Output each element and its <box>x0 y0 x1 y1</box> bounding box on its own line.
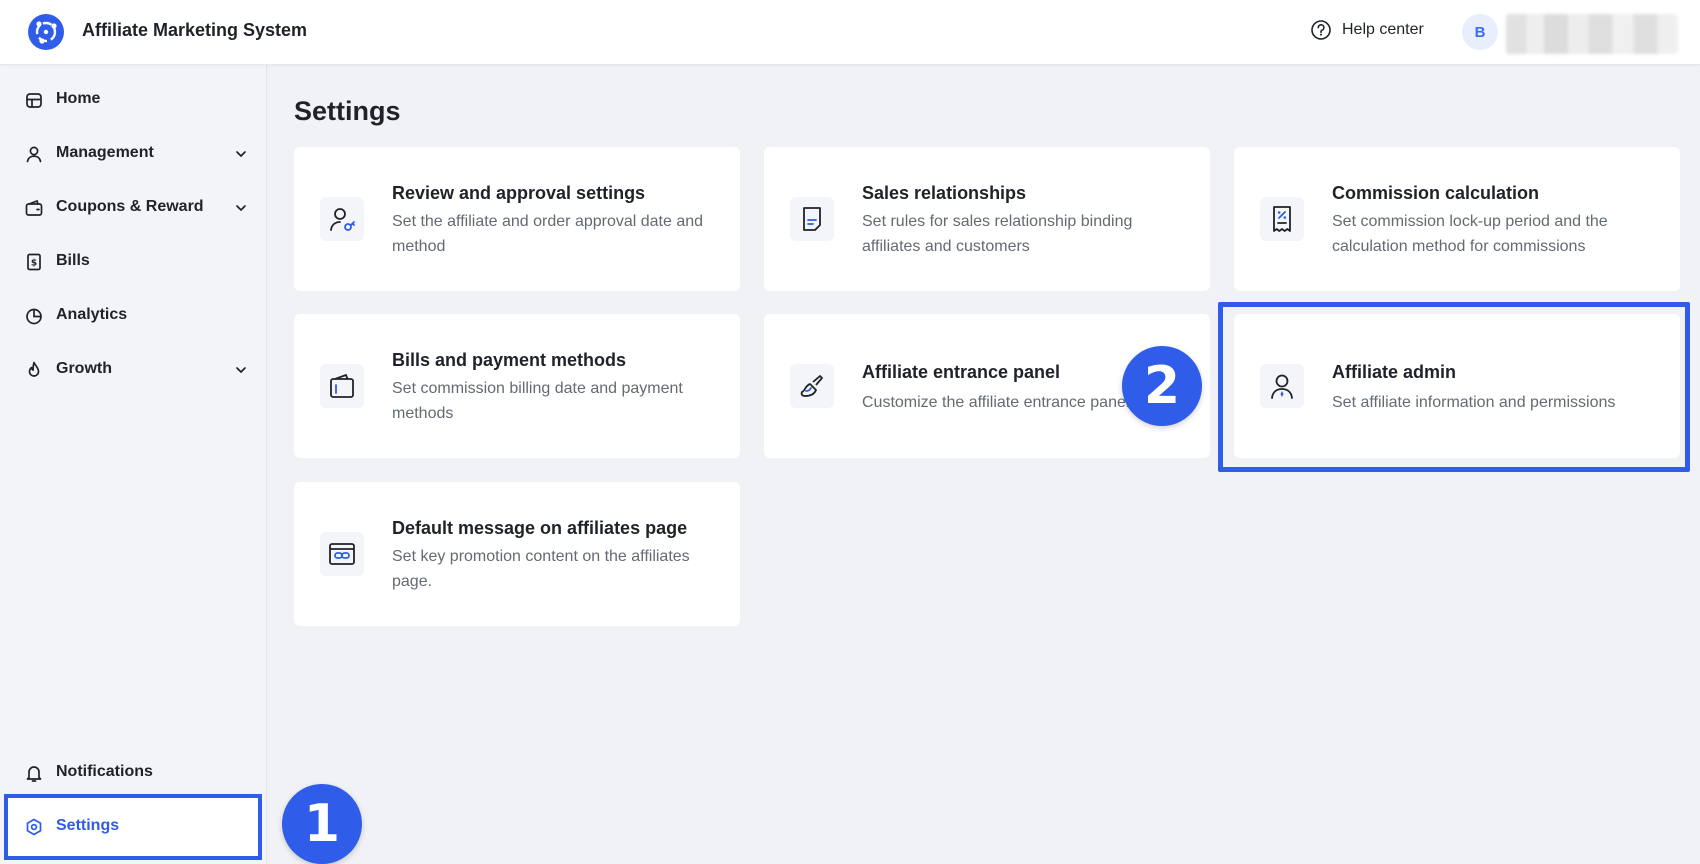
sidebar-item-label: Bills <box>56 252 90 269</box>
card-description: Set affiliate information and permission… <box>1332 394 1616 411</box>
user-icon <box>26 146 42 163</box>
svg-text:$: $ <box>31 259 37 269</box>
card-title: Bills and payment methods <box>392 350 627 370</box>
flame-icon <box>28 361 40 377</box>
card-icon-box <box>790 197 834 241</box>
sidebar-item-label: Analytics <box>56 306 128 323</box>
card-icon-box <box>320 532 364 576</box>
card-title: Review and approval settings <box>392 183 646 203</box>
sidebar-item-label: Management <box>56 144 154 161</box>
bell-icon <box>26 766 42 782</box>
card-icon-box <box>1260 364 1304 408</box>
sidebar-item-label: Home <box>56 90 101 107</box>
card-title: Default message on affiliates page <box>392 518 688 538</box>
card-description: Set commission lock-up period and the ca… <box>1332 213 1608 255</box>
card-description: Set the affiliate and order approval dat… <box>392 213 704 255</box>
sidebar-item-management[interactable]: Management <box>0 127 266 181</box>
sidebar-item-label: Notifications <box>56 763 153 780</box>
settings-icon <box>26 818 42 836</box>
brush-icon <box>800 375 823 397</box>
sidebar-item-growth[interactable]: Growth <box>0 343 266 397</box>
card-icon-box <box>320 364 364 408</box>
user-admin-icon <box>1271 374 1293 399</box>
settings-card-default-message[interactable]: Default message on affiliates page Set k… <box>294 482 740 626</box>
step-1-badge: 1 <box>282 784 362 864</box>
sidebar-item-analytics[interactable]: Analytics <box>0 289 266 343</box>
wallet-icon <box>330 374 354 398</box>
card-icon-box <box>1260 197 1304 241</box>
help-center-label: Help center <box>1342 21 1424 38</box>
sidebar-item-label: Coupons & Reward <box>56 198 204 215</box>
sidebar-item-notifications[interactable]: Notifications <box>0 746 266 800</box>
card-title: Affiliate entrance panel <box>862 362 1061 382</box>
chevron-down-icon[interactable] <box>234 147 248 161</box>
help-center-link[interactable]: Help center <box>1310 19 1424 41</box>
settings-card-bills-payment[interactable]: Bills and payment methods Set commission… <box>294 314 740 458</box>
sidebar-item-settings[interactable]: Settings <box>0 800 266 854</box>
user-check-icon <box>330 208 355 231</box>
link-window-icon <box>329 543 355 565</box>
sidebar: Home Management Coupons & Reward $ Bills <box>0 65 267 864</box>
app-title: Affiliate Marketing System <box>82 20 308 40</box>
card-icon-box <box>790 364 834 408</box>
sidebar-item-coupons-reward[interactable]: Coupons & Reward <box>0 181 266 235</box>
sidebar-item-label: Growth <box>56 360 112 377</box>
home-icon <box>26 93 42 108</box>
sidebar-item-label: Settings <box>56 817 120 834</box>
app-logo-icon[interactable] <box>28 14 64 50</box>
card-title: Sales relationships <box>862 183 1027 203</box>
chevron-down-icon[interactable] <box>234 201 248 215</box>
user-avatar[interactable]: B <box>1462 14 1498 50</box>
username-redacted <box>1506 14 1678 54</box>
card-description: Set key promotion content on the affilia… <box>392 548 690 590</box>
top-header: Affiliate Marketing System Help center B <box>0 0 1700 65</box>
sidebar-item-bills[interactable]: $ Bills <box>0 235 266 289</box>
wallet-icon <box>25 199 43 216</box>
receipt-percent-icon <box>1273 206 1291 232</box>
settings-card-affiliate-admin[interactable]: Affiliate admin Set affiliate informatio… <box>1234 314 1680 458</box>
chevron-down-icon[interactable] <box>234 363 248 377</box>
page-title: Settings <box>294 96 401 126</box>
card-title: Affiliate admin <box>1332 362 1457 382</box>
settings-card-commission-calculation[interactable]: Commission calculation Set commission lo… <box>1234 147 1680 291</box>
sidebar-item-home[interactable]: Home <box>0 73 266 127</box>
bill-icon: $ <box>27 253 41 271</box>
help-circle-icon <box>1311 20 1331 40</box>
card-title: Commission calculation <box>1332 183 1540 203</box>
settings-card-review-approval[interactable]: Review and approval settings Set the aff… <box>294 147 740 291</box>
card-description: Set rules for sales relationship binding… <box>862 213 1133 255</box>
step-2-badge: 2 <box>1122 346 1202 426</box>
card-description: Set commission billing date and payment … <box>392 380 683 422</box>
pie-chart-icon <box>26 308 42 325</box>
card-icon-box <box>320 197 364 241</box>
document-icon <box>803 207 821 231</box>
settings-card-sales-relationships[interactable]: Sales relationships Set rules for sales … <box>764 147 1210 291</box>
